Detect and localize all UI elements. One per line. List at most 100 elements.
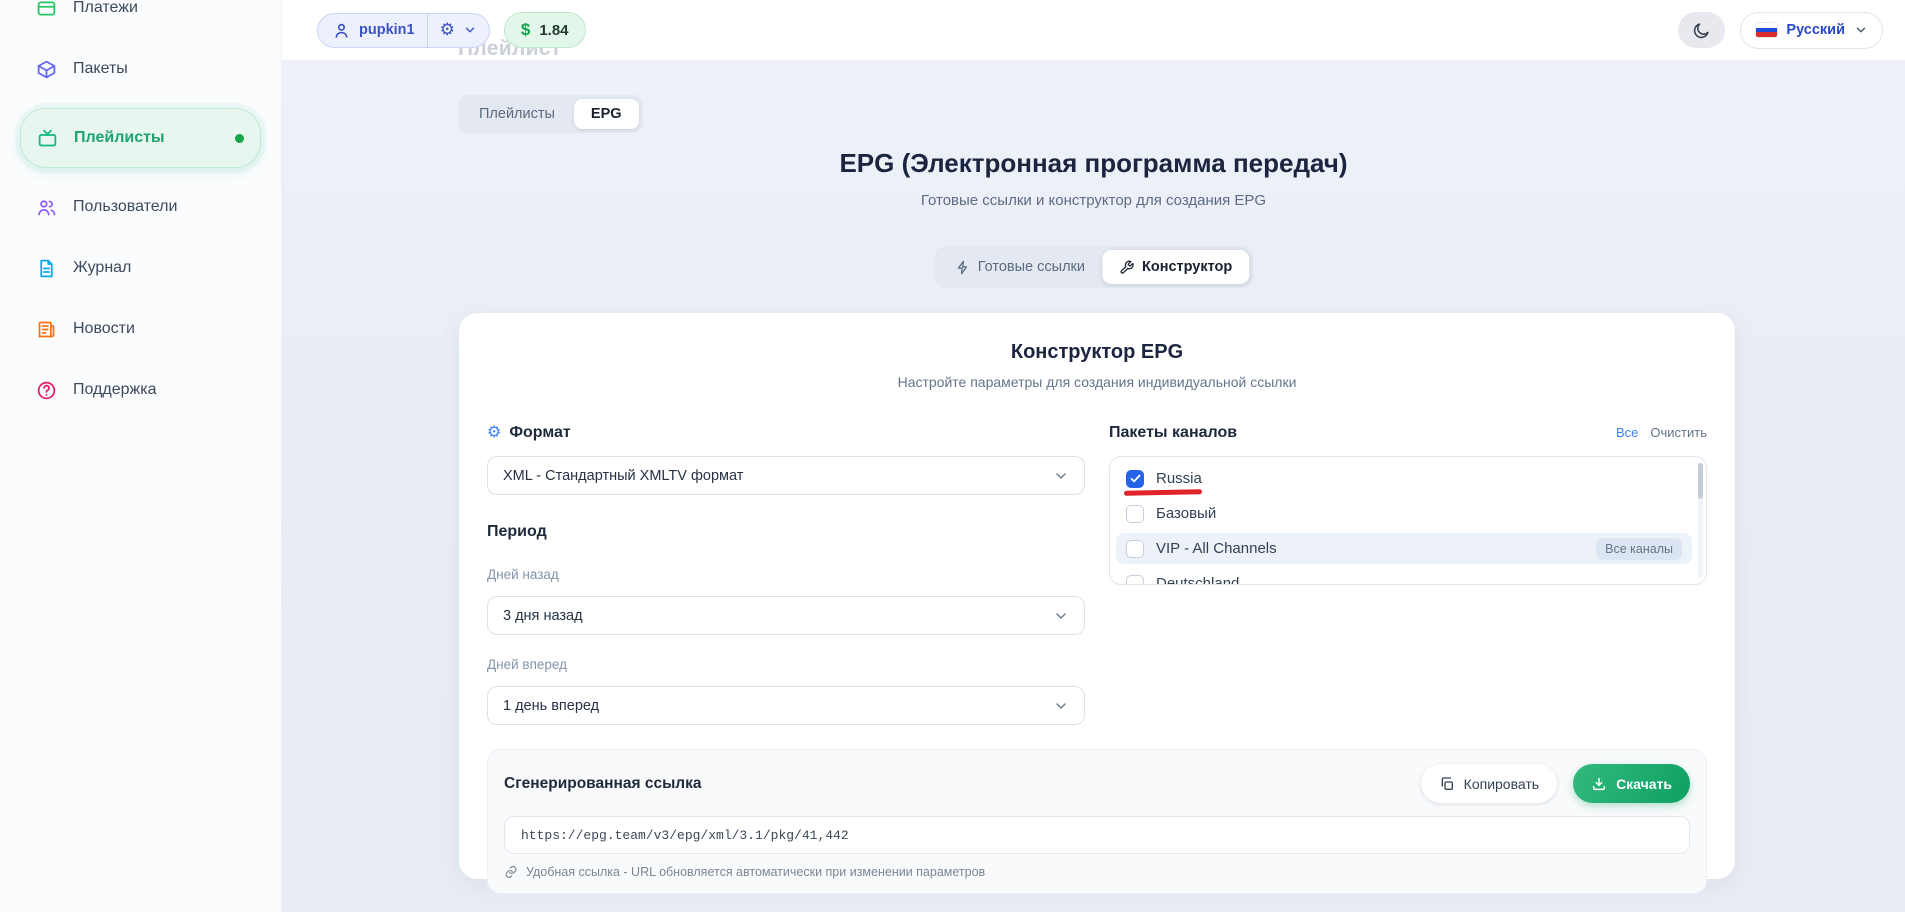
package-row-russia[interactable]: Russia <box>1116 463 1692 494</box>
credit-card-icon <box>36 0 57 19</box>
days-back-label: Дней назад <box>487 567 1085 582</box>
packages-header: Пакеты каналов Все Очистить <box>1109 424 1707 442</box>
sidebar-item-label: Новости <box>73 320 135 338</box>
checkbox-unchecked[interactable] <box>1126 575 1144 586</box>
scrollbar-thumb[interactable] <box>1698 463 1703 499</box>
sidebar-item-support[interactable]: Поддержка <box>20 368 261 412</box>
tv-icon <box>37 128 58 149</box>
packages-label: Пакеты каналов <box>1109 424 1237 442</box>
url-note-text: Удобная ссылка - URL обновляется автомат… <box>526 865 985 879</box>
chevron-down-icon <box>1053 698 1069 714</box>
generated-actions: Копировать Скачать <box>1421 764 1690 803</box>
package-name: Russia <box>1156 470 1202 487</box>
red-underline-annotation <box>1124 489 1202 496</box>
active-dot <box>235 134 244 143</box>
sidebar-item-label: Пакеты <box>73 60 128 78</box>
file-text-icon <box>36 258 57 279</box>
builder-columns: ⚙ Формат XML - Стандартный XMLTV формат … <box>487 424 1707 725</box>
mode-tab-constructor[interactable]: Конструктор <box>1102 250 1249 284</box>
gear-icon[interactable]: ⚙ <box>440 20 455 40</box>
sidebar-item-playlists[interactable]: Плейлисты <box>20 108 261 168</box>
link-icon <box>504 865 518 879</box>
left-column: ⚙ Формат XML - Стандартный XMLTV формат … <box>487 424 1085 725</box>
user-icon <box>332 21 351 40</box>
card-header: Конструктор EPG Настройте параметры для … <box>487 341 1707 390</box>
sidebar-item-label: Поддержка <box>73 381 156 399</box>
sidebar-item-news[interactable]: Новости <box>20 307 261 351</box>
format-header: ⚙ Формат <box>487 424 1085 442</box>
chevron-down-icon <box>1053 608 1069 624</box>
chevron-down-icon <box>1854 23 1868 37</box>
package-name: Базовый <box>1156 505 1216 522</box>
format-value: XML - Стандартный XMLTV формат <box>503 468 743 484</box>
wrench-icon <box>1119 260 1134 275</box>
package-name: VIP - All Channels <box>1156 540 1277 557</box>
main-area: Плейлист pupkin1 ⚙ $ 1.84 <box>282 0 1905 912</box>
list-scrollbar[interactable] <box>1698 463 1703 578</box>
checkbox-unchecked[interactable] <box>1126 540 1144 558</box>
moon-icon <box>1692 21 1711 40</box>
mode-tab-ready-links[interactable]: Готовые ссылки <box>938 250 1102 284</box>
url-note: Удобная ссылка - URL обновляется автомат… <box>504 865 1690 879</box>
users-icon <box>36 197 57 218</box>
mode-tab-label: Конструктор <box>1142 259 1232 275</box>
language-label: Русский <box>1786 22 1845 38</box>
page-subtitle: Готовые ссылки и конструктор для создани… <box>282 192 1905 209</box>
app-root: Платежи Пакеты Плейлисты Пользовате <box>0 0 1905 912</box>
username: pupkin1 <box>359 22 415 38</box>
card-title: Конструктор EPG <box>487 341 1707 364</box>
sidebar: Платежи Пакеты Плейлисты Пользовате <box>0 0 282 912</box>
period-label: Период <box>487 523 1085 541</box>
page-title: EPG (Электронная программа передач) <box>282 148 1905 179</box>
chevron-down-icon <box>1053 468 1069 484</box>
generated-link-label: Сгенерированная ссылка <box>504 775 702 793</box>
days-forward-value: 1 день вперед <box>503 698 599 714</box>
sidebar-item-payments[interactable]: Платежи <box>20 0 261 30</box>
mode-switcher: Готовые ссылки Конструктор <box>934 246 1253 288</box>
content: Плейлисты EPG EPG (Электронная программа… <box>282 60 1905 912</box>
sidebar-item-label: Пользователи <box>73 198 177 216</box>
clear-link[interactable]: Очистить <box>1650 425 1707 440</box>
sidebar-nav: Платежи Пакеты Плейлисты Пользовате <box>20 0 261 412</box>
generated-url: https://epg.team/v3/epg/xml/3.1/pkg/41,4… <box>521 828 849 843</box>
sidebar-item-packages[interactable]: Пакеты <box>20 47 261 91</box>
package-row-basic[interactable]: Базовый <box>1116 498 1692 529</box>
all-channels-badge: Все каналы <box>1596 538 1682 560</box>
user-menu[interactable]: pupkin1 ⚙ <box>317 13 490 48</box>
generated-link-panel: Сгенерированная ссылка Копировать <box>487 749 1707 894</box>
checkbox-unchecked[interactable] <box>1126 505 1144 523</box>
balance-button[interactable]: $ 1.84 <box>504 12 586 48</box>
package-row-vip[interactable]: VIP - All Channels Все каналы <box>1116 533 1692 564</box>
topbar-right: Русский <box>1678 12 1883 49</box>
sidebar-item-users[interactable]: Пользователи <box>20 185 261 229</box>
copy-icon <box>1439 776 1455 792</box>
format-label: Формат <box>509 424 570 442</box>
download-icon <box>1591 776 1607 792</box>
right-column: Пакеты каналов Все Очистить <box>1109 424 1707 725</box>
tab-epg[interactable]: EPG <box>574 99 639 129</box>
constructor-card: Конструктор EPG Настройте параметры для … <box>459 313 1735 879</box>
days-forward-select[interactable]: 1 день вперед <box>487 686 1085 725</box>
chip-divider <box>427 13 428 48</box>
dark-mode-toggle[interactable] <box>1678 12 1725 48</box>
dollar-icon: $ <box>521 20 530 40</box>
sidebar-item-journal[interactable]: Журнал <box>20 246 261 290</box>
select-all-link[interactable]: Все <box>1616 425 1638 440</box>
package-row-deutschland[interactable]: Deutschland <box>1116 568 1692 585</box>
page-tabs: Плейлисты EPG <box>458 95 643 133</box>
days-back-value: 3 дня назад <box>503 608 583 624</box>
lightning-icon <box>955 260 970 275</box>
generated-url-field[interactable]: https://epg.team/v3/epg/xml/3.1/pkg/41,4… <box>504 816 1690 854</box>
tab-playlists[interactable]: Плейлисты <box>462 99 572 129</box>
days-back-select[interactable]: 3 дня назад <box>487 596 1085 635</box>
sidebar-item-label: Платежи <box>73 0 138 17</box>
language-selector[interactable]: Русский <box>1740 12 1883 49</box>
sidebar-item-label: Журнал <box>73 259 131 277</box>
package-icon <box>36 59 57 80</box>
download-button[interactable]: Скачать <box>1573 764 1690 803</box>
copy-button[interactable]: Копировать <box>1421 764 1557 803</box>
days-forward-label: Дней вперед <box>487 657 1085 672</box>
checkbox-checked[interactable] <box>1126 470 1144 488</box>
packages-list: Russia Базовый VIP - All Channels Все к <box>1109 456 1707 585</box>
format-select[interactable]: XML - Стандартный XMLTV формат <box>487 456 1085 495</box>
